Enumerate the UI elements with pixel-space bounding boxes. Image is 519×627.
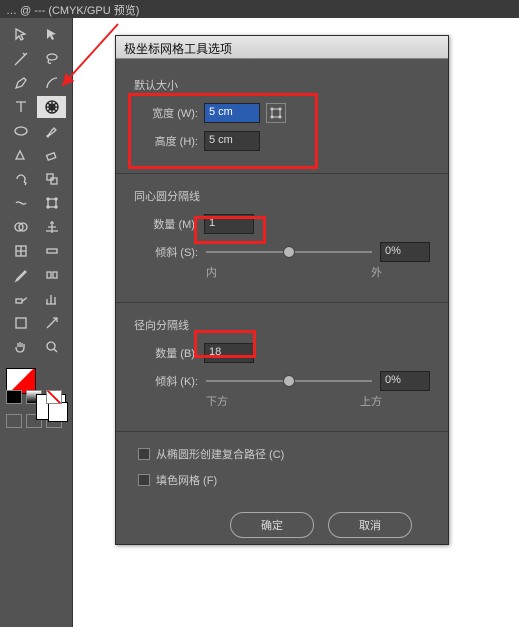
- mesh-tool[interactable]: [6, 240, 35, 262]
- pen-tool[interactable]: [6, 72, 35, 94]
- paintbrush-tool[interactable]: [37, 120, 66, 142]
- shape-builder-tool[interactable]: [6, 216, 35, 238]
- symbol-sprayer-tool[interactable]: [6, 288, 35, 310]
- height-input[interactable]: 5 cm: [204, 131, 260, 151]
- fill-grid-checkbox[interactable]: [138, 474, 150, 486]
- perspective-grid-tool[interactable]: [37, 216, 66, 238]
- scale-tool[interactable]: [37, 168, 66, 190]
- outer-label: 外: [371, 264, 382, 280]
- height-label: 高度 (H):: [138, 133, 198, 149]
- inner-label: 内: [206, 264, 217, 280]
- eraser-tool[interactable]: [37, 144, 66, 166]
- count-label: 数量 (M):: [138, 216, 198, 232]
- shaper-tool[interactable]: [6, 144, 35, 166]
- ellipse-tool[interactable]: [6, 120, 35, 142]
- slice-tool[interactable]: [37, 312, 66, 334]
- width-label: 宽度 (W):: [138, 105, 198, 121]
- gradient-tool[interactable]: [37, 240, 66, 262]
- upper-label: 上方: [360, 393, 382, 409]
- compound-path-checkbox[interactable]: [138, 448, 150, 460]
- screen-mode-a[interactable]: [6, 414, 22, 428]
- section-title: 径向分隔线: [134, 317, 430, 333]
- selection-tool[interactable]: [6, 24, 35, 46]
- rotate-tool[interactable]: [6, 168, 35, 190]
- fill-grid-label: 填色网格 (F): [156, 472, 217, 488]
- radial-section: 径向分隔线 数量 (B): 18 倾斜 (K): 0% 下方 上方: [134, 317, 430, 409]
- document-titlebar: … @ --- (CMYK/GPU 预览): [0, 0, 519, 18]
- skew-label: 倾斜 (K):: [138, 373, 198, 389]
- blend-tool[interactable]: [37, 264, 66, 286]
- width-tool[interactable]: [6, 192, 35, 214]
- polar-grid-options-dialog: 极坐标网格工具选项 默认大小 宽度 (W): 5 cm 高度 (H): 5 cm…: [115, 35, 449, 545]
- radial-skew-slider[interactable]: [206, 380, 372, 382]
- color-mode[interactable]: [6, 390, 22, 404]
- free-transform-tool[interactable]: [37, 192, 66, 214]
- ok-button[interactable]: 确定: [230, 512, 314, 538]
- reference-point-button[interactable]: [266, 103, 286, 123]
- lasso-tool[interactable]: [37, 48, 66, 70]
- concentric-count-input[interactable]: 1: [204, 214, 254, 234]
- curvature-tool[interactable]: [37, 72, 66, 94]
- fill-stroke-swatches[interactable]: [6, 360, 66, 382]
- type-tool[interactable]: [6, 96, 35, 118]
- hand-tool[interactable]: [6, 336, 35, 358]
- dialog-titlebar[interactable]: 极坐标网格工具选项: [116, 36, 448, 59]
- eyedropper-tool[interactable]: [6, 264, 35, 286]
- concentric-section: 同心圆分隔线 数量 (M): 1 倾斜 (S): 0% 内 外: [134, 188, 430, 280]
- concentric-skew-value[interactable]: 0%: [380, 242, 430, 262]
- column-graph-tool[interactable]: [37, 288, 66, 310]
- section-title: 同心圆分隔线: [134, 188, 430, 204]
- polar-grid-tool[interactable]: [37, 96, 66, 118]
- magic-wand-tool[interactable]: [6, 48, 35, 70]
- slider-thumb[interactable]: [283, 375, 295, 387]
- default-size-section: 默认大小 宽度 (W): 5 cm 高度 (H): 5 cm: [134, 77, 430, 151]
- radial-count-input[interactable]: 18: [204, 343, 254, 363]
- skew-label: 倾斜 (S):: [138, 244, 198, 260]
- none-mode[interactable]: [46, 390, 62, 404]
- artboard-tool[interactable]: [6, 312, 35, 334]
- width-input[interactable]: 5 cm: [204, 103, 260, 123]
- slider-thumb[interactable]: [283, 246, 295, 258]
- zoom-tool[interactable]: [37, 336, 66, 358]
- direct-selection-tool[interactable]: [37, 24, 66, 46]
- cancel-button[interactable]: 取消: [328, 512, 412, 538]
- count-label: 数量 (B):: [138, 345, 198, 361]
- compound-path-label: 从椭圆形创建复合路径 (C): [156, 446, 284, 462]
- section-title: 默认大小: [134, 77, 430, 93]
- concentric-skew-slider[interactable]: [206, 251, 372, 253]
- radial-skew-value[interactable]: 0%: [380, 371, 430, 391]
- lower-label: 下方: [206, 393, 228, 409]
- tools-panel: [0, 18, 72, 627]
